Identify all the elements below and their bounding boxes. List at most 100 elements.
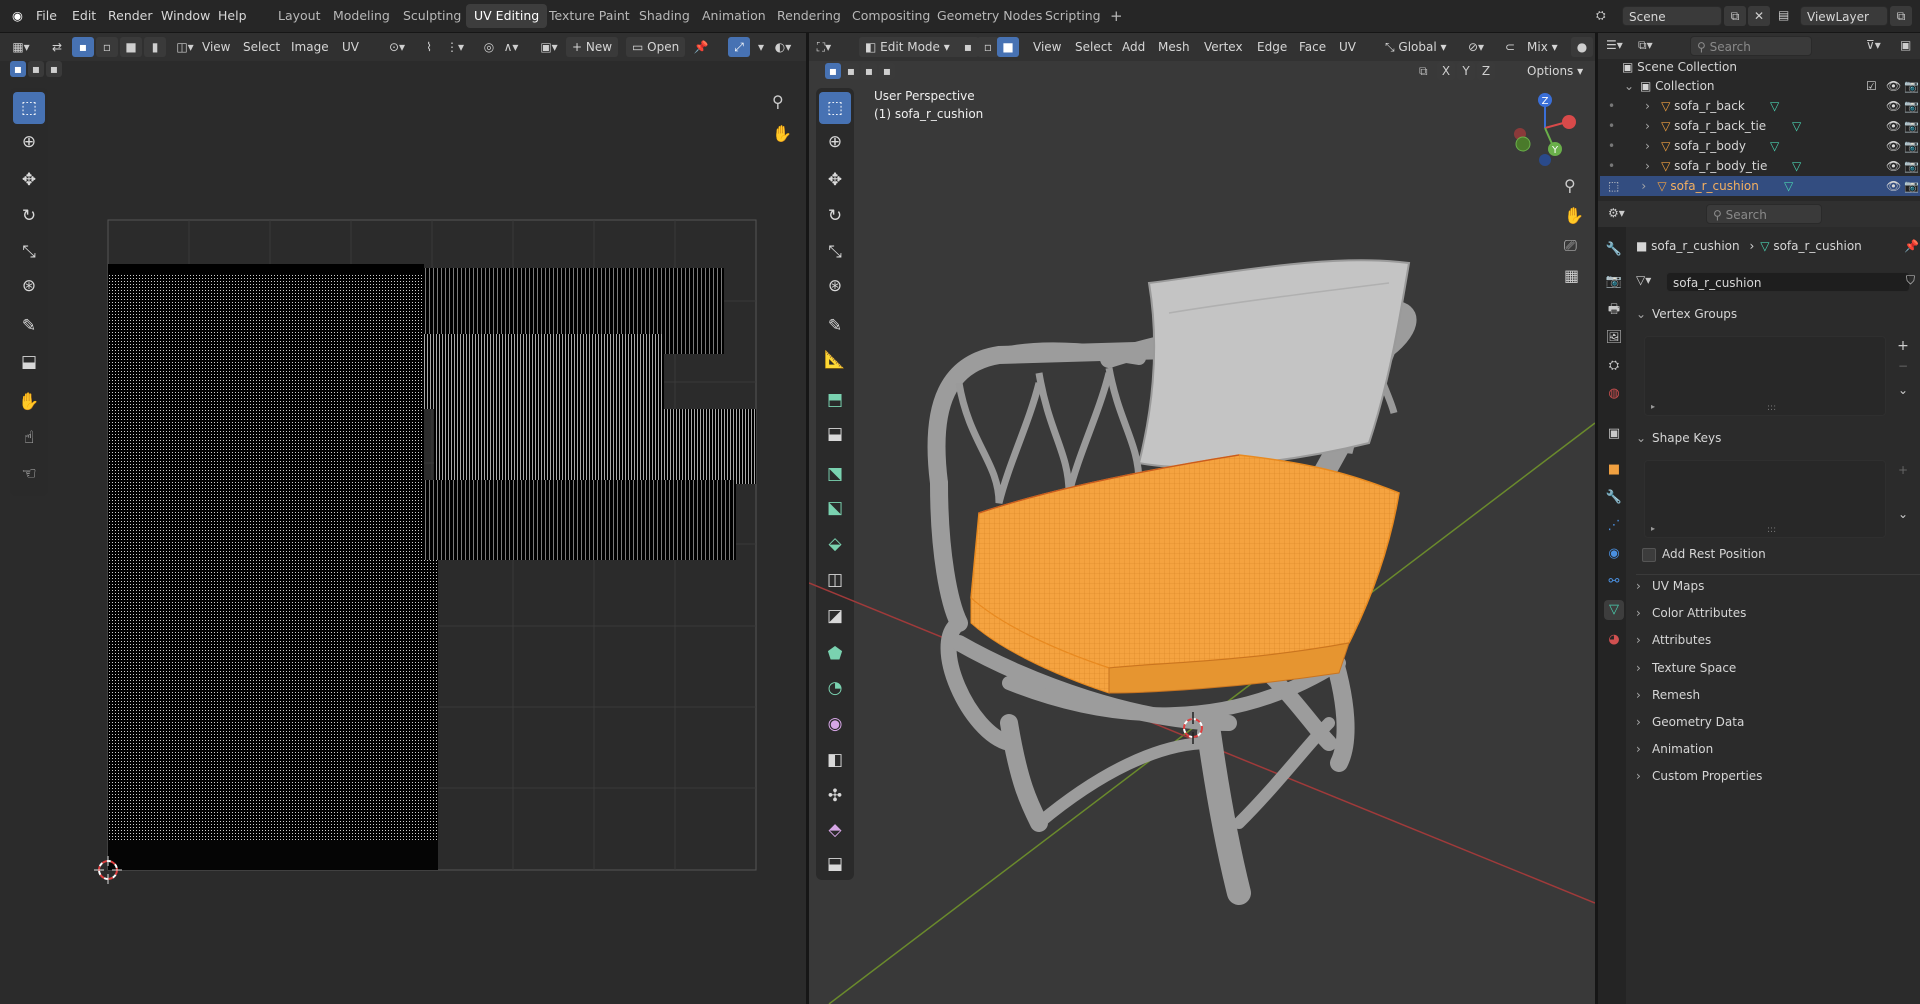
collection-tab-icon[interactable]: ▣ [1604,424,1624,444]
viewport-scene[interactable] [809,83,1595,1004]
expand-icon[interactable]: › [1645,96,1661,116]
filter-icon[interactable]: ⊽▾ [1866,38,1881,52]
uv-island-bottom[interactable] [108,536,438,870]
vertex-groups-list[interactable]: ▸ ::: [1644,336,1886,416]
visibility-icon[interactable]: 👁 [1886,96,1901,116]
fake-user-icon[interactable]: ⛉ [1906,273,1915,288]
vertex-select-icon[interactable]: ▪ [72,37,94,57]
new-scene-icon[interactable]: ⧉ [1724,6,1746,26]
uv-island-strip-4[interactable] [424,480,736,560]
panel-attributes[interactable]: › Attributes [1636,628,1920,652]
snap-magnet-icon[interactable]: ⊂ [1499,37,1521,57]
render-icon[interactable]: 📷 [1904,96,1919,116]
panel-shape-keys-header[interactable]: ⌄ Shape Keys [1636,426,1920,450]
options-dropdown[interactable]: Options ▾ [1521,61,1589,81]
vp-menu-uv[interactable]: UV [1333,37,1362,57]
output-tab-icon[interactable]: 🖶 [1604,300,1624,320]
uv-menu-select[interactable]: Select [237,37,286,57]
vertex-mode-icon[interactable]: ▪ [957,37,979,57]
world-tab-icon[interactable]: ◍ [1604,384,1624,404]
menu-help[interactable]: Help [212,0,253,32]
add-vertex-group-icon[interactable]: + [1892,336,1914,356]
tab-geometry-nodes[interactable]: Geometry Nodes [929,4,1050,28]
camera-view-icon[interactable]: ⎚ [1564,236,1577,256]
panel-texture-space[interactable]: › Texture Space [1636,656,1920,680]
tab-modeling[interactable]: Modeling [325,4,398,28]
vp-menu-select[interactable]: Select [1069,37,1118,57]
ortho-toggle-icon[interactable]: ▦ [1564,266,1579,285]
expand-icon[interactable]: › [1645,156,1661,176]
grab-icon[interactable]: ✋ [13,386,45,418]
gizmo-toggle-icon[interactable]: ⤢ [728,37,750,57]
cushion-mesh-selected[interactable] [970,454,1400,694]
add-shape-key-icon[interactable]: + [1892,460,1914,480]
outliner-object-row[interactable]: • › ▽ sofa_r_back ▽ 👁 📷 [1600,96,1920,116]
proportional-icon[interactable]: ● [1571,37,1593,57]
pin-icon[interactable]: 📌 [690,37,712,57]
tool-tab-icon[interactable]: 🔧 [1604,240,1624,260]
collection-render-icon[interactable]: 📷 [1904,76,1919,96]
render-icon[interactable]: 📷 [1904,156,1919,176]
vp-menu-add[interactable]: Add [1116,37,1151,57]
remove-vertex-group-icon[interactable]: − [1892,356,1914,376]
pivot-point-icon[interactable]: ⊘▾ [1465,37,1487,57]
outliner-scene-collection[interactable]: ▣ Scene Collection [1600,57,1920,77]
edge-select-icon[interactable]: ▫ [96,37,118,57]
list-resize-icon[interactable]: ::: [1767,525,1776,535]
add-rest-position-row[interactable]: Add Rest Position [1636,542,1920,566]
tab-texture-paint[interactable]: Texture Paint [541,4,638,28]
viewport-editor-type-icon[interactable]: ⛶▾ [813,37,835,57]
menu-edit[interactable]: Edit [66,0,102,32]
uv-canvas[interactable] [60,82,800,1000]
visibility-icon[interactable]: 👁 [1886,156,1901,176]
expand-icon[interactable]: › [1645,136,1661,156]
tab-compositing[interactable]: Compositing [844,4,938,28]
uv-menu-uv[interactable]: UV [336,37,365,57]
physics-tab-icon[interactable]: ◉ [1604,544,1624,564]
expand-icon[interactable]: › [1645,116,1661,136]
pin-properties-icon[interactable]: 📌 [1904,234,1919,258]
vp-menu-face[interactable]: Face [1293,37,1332,57]
snap-target-icon[interactable]: ⋮▾ [444,37,466,57]
expand-icon[interactable]: › [1641,176,1657,196]
panel-custom-properties[interactable]: › Custom Properties [1636,764,1920,788]
collection-expand-icon[interactable]: ⌄ [1624,76,1640,96]
tab-uv-editing[interactable]: UV Editing [466,4,548,28]
navigation-gizmo[interactable]: Z Y [1505,92,1585,172]
edit-mode-icon[interactable]: ⬚ [1608,179,1619,193]
overlay-toggle-icon[interactable]: ◐▾ [772,37,794,57]
mirror-x-button[interactable]: X [1437,62,1455,80]
visibility-icon[interactable]: 👁 [1886,136,1901,156]
scene-tab-icon[interactable]: ⛭ [1604,356,1624,376]
vp-menu-edge[interactable]: Edge [1251,37,1293,57]
mode-selector[interactable]: ◧ Edit Mode ▾ [859,37,968,57]
particles-tab-icon[interactable]: ⋰ [1604,516,1624,536]
render-icon[interactable]: 📷 [1904,136,1919,156]
outliner-object-row[interactable]: • › ▽ sofa_r_body_tie ▽ 👁 📷 [1600,156,1920,176]
panel-animation[interactable]: › Animation [1636,737,1920,761]
scale-icon[interactable]: ⤡ [13,236,45,268]
island-select-icon[interactable]: ▮ [144,37,166,57]
vp-zoom-icon[interactable]: ⚲ [1564,176,1576,195]
display-mode-icon[interactable]: ⧉▾ [1638,38,1653,53]
uv-islands[interactable] [108,264,756,870]
uv-sync-icon[interactable]: ⇄ [46,37,68,57]
new-image-button[interactable]: + New [566,37,619,57]
transform-icon[interactable]: ⊛ [13,270,45,302]
panel-vertex-groups-header[interactable]: ⌄ Vertex Groups [1636,302,1920,326]
mirror-y-button[interactable]: Y [1457,62,1475,80]
blender-logo-icon[interactable]: ◉ [6,0,29,32]
select-subtract-icon[interactable]: ▪ [46,61,62,77]
tab-layout[interactable]: Layout [270,4,329,28]
menu-file[interactable]: File [30,0,63,32]
move-icon[interactable]: ✥ [13,164,45,196]
rip-icon[interactable]: ⬓ [13,346,45,378]
render-icon[interactable]: 📷 [1904,176,1919,196]
material-tab-icon[interactable]: ◕ [1604,630,1624,650]
uv-menu-image[interactable]: Image [285,37,335,57]
shape-key-menu-icon[interactable]: ⌄ [1892,504,1914,524]
new-collection-icon[interactable]: ▣ [1900,38,1911,52]
annotate-icon[interactable]: ✎ [13,310,45,342]
uv-menu-view[interactable]: View [196,37,236,57]
properties-editor-type-icon[interactable]: ⚙▾ [1608,206,1625,220]
